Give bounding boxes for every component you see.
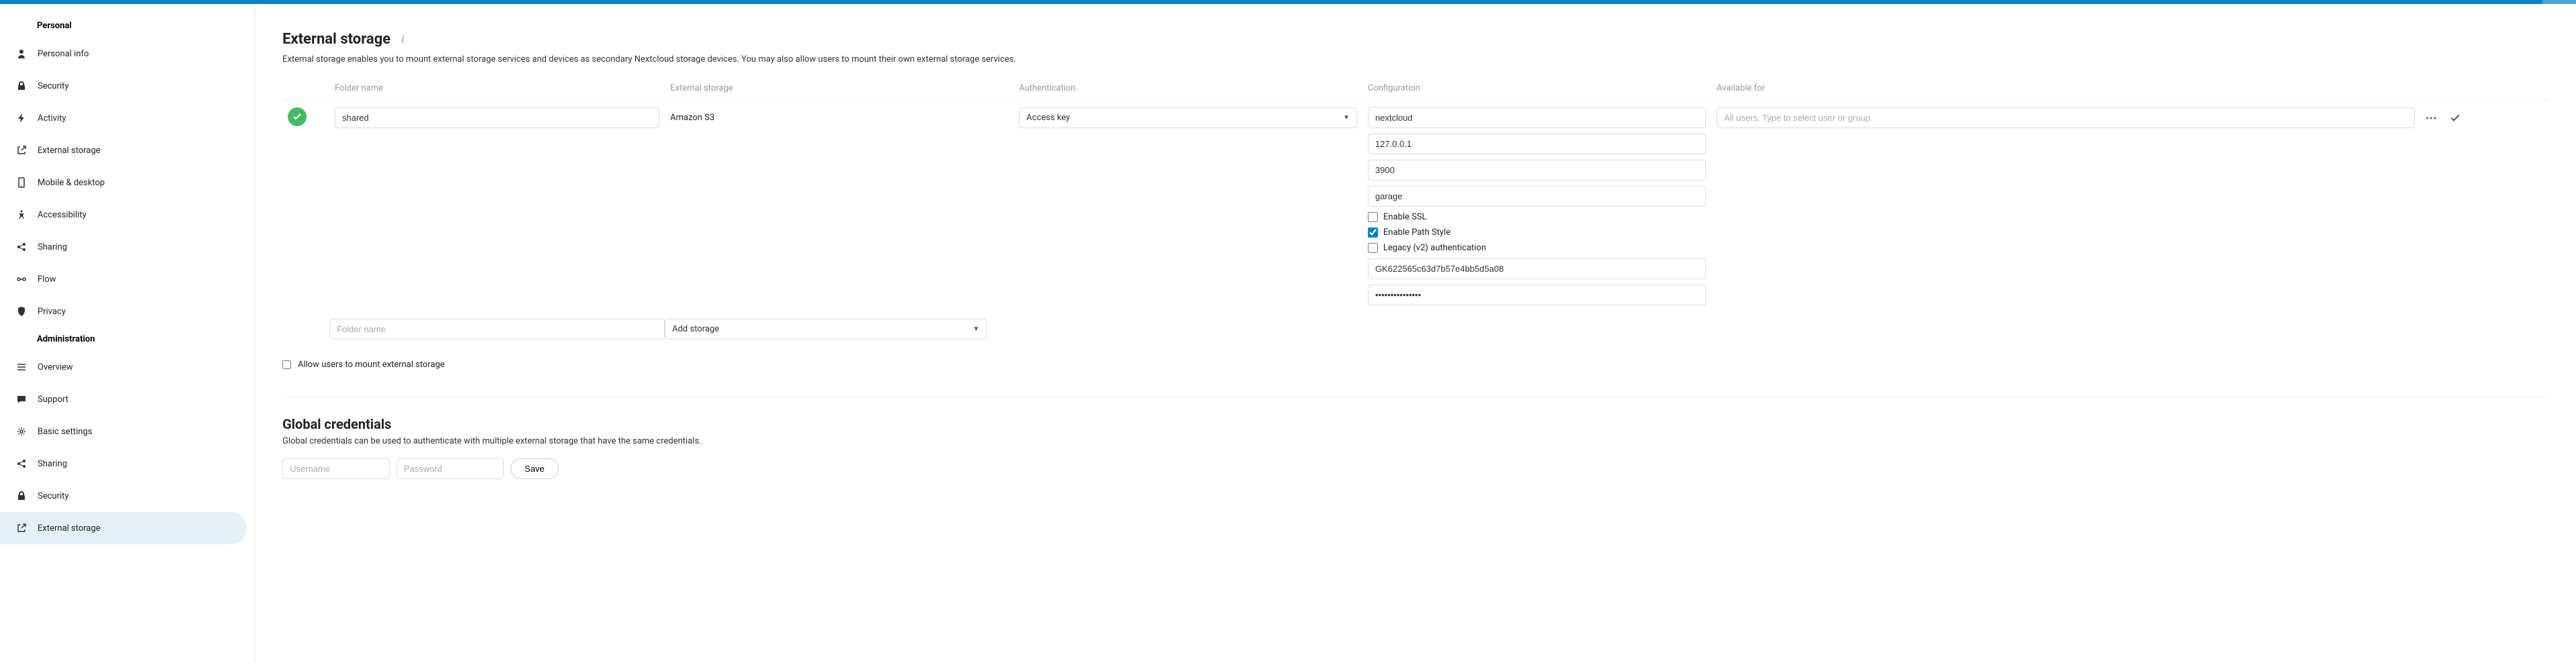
top-bar xyxy=(0,0,2576,4)
folder-name-input[interactable] xyxy=(335,107,659,128)
chevron-down-icon: ▼ xyxy=(973,325,979,333)
sidebar-item-label: External storage xyxy=(38,523,101,533)
sidebar-item-external-storage-admin[interactable]: External storage xyxy=(0,512,247,544)
sidebar-item-label: External storage xyxy=(38,146,101,156)
shield-icon xyxy=(15,305,28,318)
sidebar-item-sharing-admin[interactable]: Sharing xyxy=(0,448,255,480)
sidebar-item-activity[interactable]: Activity xyxy=(0,102,255,134)
sidebar-item-label: Sharing xyxy=(38,242,67,252)
add-folder-name-input[interactable] xyxy=(329,319,665,340)
conf-enable-path-style-label: Enable Path Style xyxy=(1383,227,1450,238)
th-auth: Authentication xyxy=(1014,76,1362,101)
sidebar-item-accessibility[interactable]: Accessibility xyxy=(0,199,255,231)
conf-enable-path-style-checkbox[interactable] xyxy=(1368,227,1378,238)
add-storage-placeholder: Add storage xyxy=(672,324,719,334)
lightning-icon xyxy=(15,111,28,125)
sidebar-item-security[interactable]: Security xyxy=(0,70,255,102)
sidebar-item-overview[interactable]: Overview xyxy=(0,351,255,383)
sidebar-item-label: Mobile & desktop xyxy=(38,178,105,188)
available-for-input[interactable] xyxy=(1717,107,2415,128)
conf-bucket-input[interactable] xyxy=(1368,107,1706,128)
conf-enable-ssl-row[interactable]: Enable SSL xyxy=(1368,212,1706,222)
sidebar-item-mobile-desktop[interactable]: Mobile & desktop xyxy=(0,166,255,199)
global-credentials-desc: Global credentials can be used to authen… xyxy=(282,436,2549,446)
sidebar-item-label: Security xyxy=(38,491,69,501)
conf-host-input[interactable] xyxy=(1368,134,1706,154)
conf-legacy-auth-label: Legacy (v2) authentication xyxy=(1383,243,1486,253)
gc-save-button[interactable]: Save xyxy=(511,458,559,479)
gear-icon xyxy=(15,425,28,438)
sidebar-heading-personal: Personal xyxy=(0,14,255,38)
phone-icon xyxy=(15,176,28,189)
confirm-check-icon[interactable] xyxy=(2447,110,2463,126)
sidebar-heading-admin: Administration xyxy=(0,327,255,351)
sidebar-item-privacy[interactable]: Privacy xyxy=(0,295,255,327)
person-icon xyxy=(15,47,28,60)
list-icon xyxy=(15,360,28,374)
sidebar-item-external-storage-personal[interactable]: External storage xyxy=(0,134,255,166)
gc-password-input[interactable] xyxy=(396,458,504,479)
sidebar-item-personal-info[interactable]: Personal info xyxy=(0,38,255,70)
page-title: External storage xyxy=(282,31,390,48)
conf-enable-ssl-label: Enable SSL xyxy=(1383,212,1427,222)
conf-region-input[interactable] xyxy=(1368,186,1706,207)
settings-sidebar: Personal Personal info Security Activity… xyxy=(0,4,256,663)
sidebar-item-label: Sharing xyxy=(38,459,67,469)
flow-icon xyxy=(15,272,28,286)
status-success-icon xyxy=(288,107,307,126)
add-storage-row: Add storage ▼ xyxy=(282,312,2549,340)
sidebar-item-label: Overview xyxy=(38,362,73,372)
external-link-icon xyxy=(15,521,28,535)
chevron-down-icon: ▼ xyxy=(1343,114,1350,121)
allow-mount-checkbox[interactable] xyxy=(282,360,291,369)
sidebar-item-label: Flow xyxy=(38,274,56,285)
chat-icon xyxy=(15,393,28,406)
sidebar-item-label: Personal info xyxy=(38,49,89,59)
sidebar-item-sharing-personal[interactable]: Sharing xyxy=(0,231,255,263)
external-storage-type: Amazon S3 xyxy=(670,107,1008,123)
storage-row: Amazon S3 Access key ▼ xyxy=(282,101,2549,313)
global-credentials-title: Global credentials xyxy=(282,416,2549,432)
conf-secret-key-input[interactable] xyxy=(1368,285,1706,305)
share-icon xyxy=(15,240,28,254)
sidebar-item-support[interactable]: Support xyxy=(0,383,255,415)
allow-mount-label: Allow users to mount external storage xyxy=(298,360,445,370)
info-icon[interactable]: i xyxy=(401,34,404,46)
th-conf: Configuration xyxy=(1362,76,1711,101)
th-folder: Folder name xyxy=(329,76,665,101)
auth-selected-value: Access key xyxy=(1026,113,1070,123)
sidebar-item-label: Privacy xyxy=(38,307,66,317)
th-avail: Available for xyxy=(1711,76,2469,101)
table-header-row: Folder name External storage Authenticat… xyxy=(282,76,2549,101)
page-description: External storage enables you to mount ex… xyxy=(282,54,2549,64)
sidebar-item-label: Support xyxy=(38,395,68,405)
lock-icon xyxy=(15,79,28,93)
main-content: External storage i External storage enab… xyxy=(256,4,2576,663)
sidebar-item-security-admin[interactable]: Security xyxy=(0,480,255,512)
sidebar-item-basic-settings[interactable]: Basic settings xyxy=(0,415,255,448)
conf-access-key-input[interactable] xyxy=(1368,258,1706,279)
topbar-account-area[interactable] xyxy=(2542,0,2576,4)
allow-mount-row[interactable]: Allow users to mount external storage xyxy=(282,360,2549,370)
sidebar-item-label: Basic settings xyxy=(38,427,93,437)
add-storage-select[interactable]: Add storage ▼ xyxy=(665,319,987,340)
conf-port-input[interactable] xyxy=(1368,160,1706,181)
sidebar-item-label: Activity xyxy=(38,113,66,123)
sidebar-item-flow[interactable]: Flow xyxy=(0,263,255,295)
external-link-icon xyxy=(15,144,28,157)
th-external: External storage xyxy=(665,76,1014,101)
conf-enable-ssl-checkbox[interactable] xyxy=(1368,212,1378,222)
sidebar-item-label: Security xyxy=(38,81,69,91)
gc-username-input[interactable] xyxy=(282,458,390,479)
accessibility-icon xyxy=(15,208,28,221)
conf-enable-path-style-row[interactable]: Enable Path Style xyxy=(1368,227,1706,238)
more-options-icon[interactable] xyxy=(2423,110,2439,126)
lock-icon xyxy=(15,489,28,503)
conf-legacy-auth-row[interactable]: Legacy (v2) authentication xyxy=(1368,243,1706,253)
sidebar-item-label: Accessibility xyxy=(38,210,87,220)
external-storage-table: Folder name External storage Authenticat… xyxy=(282,76,2549,340)
share-icon xyxy=(15,457,28,470)
conf-legacy-auth-checkbox[interactable] xyxy=(1368,243,1378,253)
auth-select[interactable]: Access key ▼ xyxy=(1019,107,1357,128)
